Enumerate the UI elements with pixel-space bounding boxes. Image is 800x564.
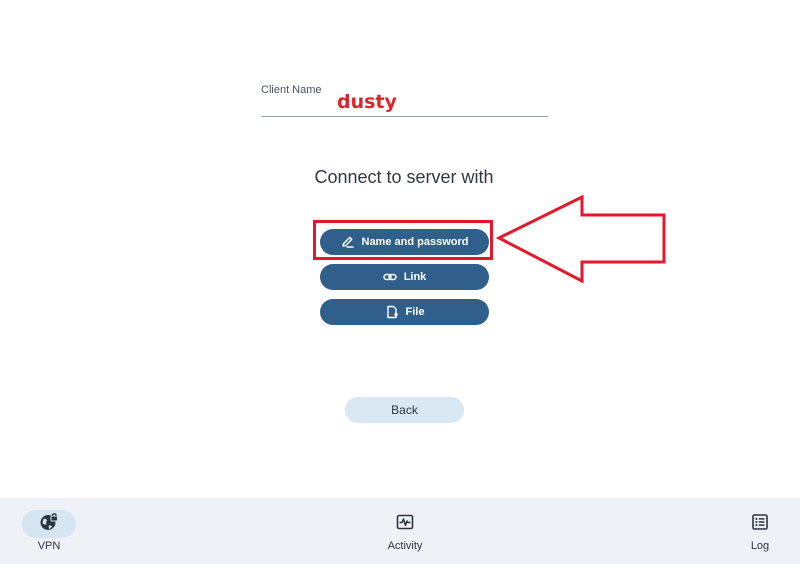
file-add-icon [385, 305, 399, 319]
file-label: File [405, 306, 425, 318]
nav-item-activity[interactable]: Activity [355, 498, 455, 564]
connect-heading: Connect to server with [314, 167, 494, 187]
link-button[interactable]: Link [320, 264, 489, 290]
nav-item-vpn[interactable]: VPN [0, 498, 99, 564]
nav-log-indicator [733, 510, 787, 538]
nav-activity-indicator [378, 510, 432, 538]
nav-item-log[interactable]: Log [710, 498, 800, 564]
bottom-navigation: VPN Activity Log [0, 498, 800, 564]
globe-lock-icon [39, 512, 59, 537]
name-and-password-label: Name and password [361, 236, 469, 248]
log-list-icon [750, 512, 770, 537]
back-button[interactable]: Back [345, 397, 464, 423]
nav-log-label: Log [750, 540, 770, 552]
link-label: Link [403, 271, 427, 283]
client-name-label: Client Name [261, 84, 322, 96]
nav-activity-label: Activity [387, 540, 423, 552]
activity-icon [395, 512, 415, 537]
name-and-password-button[interactable]: Name and password [320, 229, 489, 255]
client-name-value[interactable]: dusty [337, 91, 397, 113]
link-icon [382, 270, 397, 284]
file-button[interactable]: File [320, 299, 489, 325]
main-content: Client Name dusty Connect to server with… [0, 0, 800, 498]
pointer-arrow-annotation [495, 194, 666, 284]
nav-vpn-label: VPN [37, 540, 61, 552]
client-name-underline [261, 116, 548, 117]
nav-vpn-indicator [22, 510, 76, 538]
client-name-field[interactable]: Client Name dusty [261, 82, 548, 118]
edit-pen-icon [341, 235, 355, 249]
